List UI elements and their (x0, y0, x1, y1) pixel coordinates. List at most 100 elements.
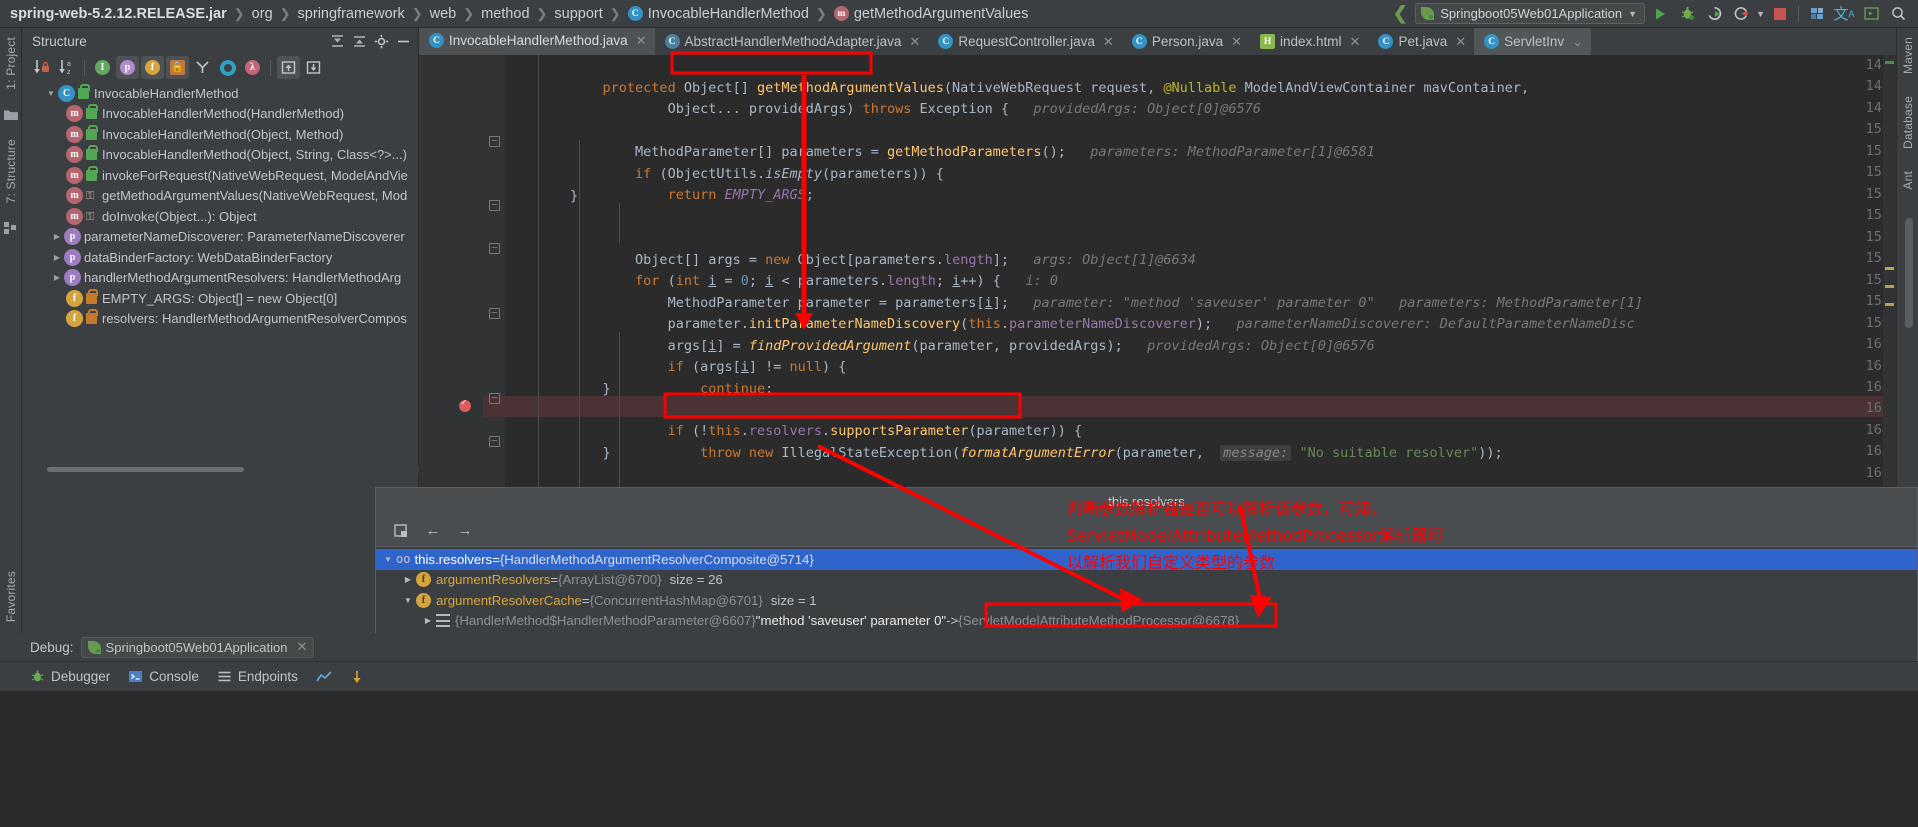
breadcrumb-item-web[interactable]: web (430, 6, 457, 22)
frames-graph-icon[interactable] (316, 670, 332, 684)
collapse-all-tree-button[interactable] (302, 56, 325, 79)
breadcrumb-item-springframework[interactable]: springframework (298, 6, 405, 22)
expand-all-tree-button[interactable] (277, 56, 300, 79)
fold-marker-icon[interactable]: – (489, 393, 500, 404)
chevron-down-icon[interactable]: ▼ (380, 555, 396, 564)
structure-tree-item[interactable]: m InvocableHandlerMethod(Object, String,… (22, 145, 418, 166)
debugger-icon (31, 670, 44, 682)
sidebar-item-database[interactable]: Database (1901, 96, 1915, 154)
debug-session-label: Springboot05Web01Application (105, 639, 288, 655)
fold-marker-icon[interactable]: – (489, 308, 500, 319)
show-fields-button[interactable]: f (141, 56, 164, 79)
structure-horizontal-scrollbar[interactable] (22, 466, 419, 473)
evaluate-expression-icon[interactable] (390, 520, 412, 542)
show-anonymous-classes-button[interactable] (191, 56, 214, 79)
stop-button[interactable] (1768, 2, 1792, 26)
structure-tree-item[interactable]: m InvocableHandlerMethod(HandlerMethod) (22, 104, 418, 125)
structure-tree-item[interactable]: ▼ C InvocableHandlerMethod (22, 83, 418, 104)
chevron-down-icon[interactable]: ▼ (44, 89, 58, 98)
step-down-icon[interactable] (350, 670, 364, 684)
sidebar-item-structure[interactable]: 7: Structure (4, 139, 18, 208)
chevron-right-icon[interactable]: ▶ (50, 273, 64, 282)
fold-marker-icon[interactable]: – (489, 436, 500, 447)
close-icon[interactable]: ✕ (1455, 34, 1466, 50)
settings-gear-icon[interactable] (370, 30, 392, 52)
profiler-chevron-down-icon[interactable]: ▼ (1756, 9, 1765, 19)
terminal-button[interactable] (1859, 2, 1883, 26)
tab-debugger[interactable]: Debugger (30, 669, 110, 684)
chevron-down-icon[interactable]: ▼ (400, 596, 416, 605)
autoscroll-to-source-button[interactable] (216, 56, 239, 79)
right-scrollbar-thumb[interactable] (1905, 218, 1913, 328)
structure-tree-item[interactable]: m InvocableHandlerMethod(Object, Method) (22, 124, 418, 145)
expand-all-icon[interactable] (326, 30, 348, 52)
close-icon[interactable]: ✕ (909, 34, 920, 50)
structure-tree-item[interactable]: ▶ p parameterNameDiscoverer: ParameterNa… (22, 227, 418, 248)
tab-abstract-handler-method-adapter[interactable]: C AbstractHandlerMethodAdapter.java ✕ (655, 28, 929, 55)
tab-console[interactable]: Console (128, 669, 199, 684)
breakpoint-icon[interactable] (459, 398, 471, 412)
breadcrumb-item-class[interactable]: C InvocableHandlerMethod (627, 6, 809, 22)
show-non-public-button[interactable]: 🔒 (166, 56, 189, 79)
hide-panel-icon[interactable] (392, 30, 414, 52)
chevron-right-icon[interactable]: ▶ (50, 253, 64, 262)
structure-tree-item[interactable]: ▶ p dataBinderFactory: WebDataBinderFact… (22, 247, 418, 268)
structure-tree-item[interactable]: m ⚿ getMethodArgumentValues(NativeWebReq… (22, 186, 418, 207)
close-icon[interactable]: ✕ (296, 639, 307, 655)
tab-endpoints[interactable]: Endpoints (217, 669, 298, 684)
show-properties-button[interactable]: p (116, 56, 139, 79)
forward-arrow-icon[interactable]: → (454, 520, 476, 542)
debug-button[interactable] (1675, 2, 1699, 26)
tab-person[interactable]: C Person.java ✕ (1122, 28, 1250, 55)
structure-tree-item[interactable]: m ⚿ doInvoke(Object...): Object (22, 206, 418, 227)
structure-tree-item[interactable]: ▶ p handlerMethodArgumentResolvers: Hand… (22, 268, 418, 289)
run-button[interactable] (1648, 2, 1672, 26)
close-icon[interactable]: ✕ (1231, 34, 1242, 50)
build-project-button[interactable] (1805, 2, 1829, 26)
debugger-tree-row[interactable]: ▼ f argumentResolverCache = {ConcurrentH… (376, 590, 1917, 611)
sidebar-item-project[interactable]: 1: Project (4, 37, 18, 95)
chevron-right-icon[interactable]: ▶ (420, 616, 436, 625)
sort-by-visibility-button[interactable] (30, 56, 53, 79)
sidebar-item-maven[interactable]: Maven (1901, 37, 1915, 79)
sidebar-item-ant[interactable]: Ant (1901, 171, 1915, 195)
profiler-button[interactable] (1729, 2, 1753, 26)
navigate-back-icon[interactable]: ❮ (1388, 2, 1412, 26)
fold-marker-icon[interactable]: – (489, 243, 500, 254)
sidebar-item-favorites[interactable]: Favorites (4, 571, 18, 627)
structure-tree-item[interactable]: f resolvers: HandlerMethodArgumentResolv… (22, 309, 418, 330)
chevron-down-icon[interactable]: ⌄ (1572, 34, 1583, 50)
tab-pet[interactable]: C Pet.java ✕ (1368, 28, 1474, 55)
tab-index-html[interactable]: H index.html ✕ (1250, 28, 1368, 55)
fold-marker-icon[interactable]: – (489, 200, 500, 211)
structure-tree-item[interactable]: m invokeForRequest(NativeWebRequest, Mod… (22, 165, 418, 186)
run-configuration-selector[interactable]: Springboot05Web01Application ▼ (1415, 3, 1646, 24)
breadcrumb-item-support[interactable]: support (554, 6, 602, 22)
chevron-right-icon[interactable]: ▶ (400, 575, 416, 584)
close-icon[interactable]: ✕ (1350, 34, 1361, 50)
search-everywhere-icon[interactable] (1886, 2, 1910, 26)
breadcrumb-item-org[interactable]: org (252, 6, 273, 22)
show-lambdas-button[interactable]: λ (241, 56, 264, 79)
tab-request-controller[interactable]: C RequestController.java ✕ (928, 28, 1121, 55)
structure-item-label: parameterNameDiscoverer: ParameterNameDi… (84, 229, 405, 245)
back-arrow-icon[interactable]: ← (422, 520, 444, 542)
top-navigation-bar: spring-web-5.2.12.RELEASE.jar ❯ org ❯ sp… (0, 0, 1918, 28)
breadcrumb-item-method-name[interactable]: m getMethodArgumentValues (833, 6, 1028, 22)
translate-button[interactable]: 文A (1832, 2, 1856, 26)
debug-session-tag[interactable]: Springboot05Web01Application ✕ (80, 636, 315, 658)
run-with-coverage-button[interactable] (1702, 2, 1726, 26)
show-inherited-members-button[interactable]: I (91, 56, 114, 79)
close-icon[interactable]: ✕ (1103, 34, 1114, 50)
collapse-all-icon[interactable] (348, 30, 370, 52)
breadcrumb-item-jar[interactable]: spring-web-5.2.12.RELEASE.jar (10, 6, 227, 22)
tab-invocable-handler-method[interactable]: C InvocableHandlerMethod.java ✕ (419, 28, 655, 55)
tab-servlet-inv[interactable]: C ServletInv ⌄ (1474, 28, 1592, 55)
breadcrumb-item-method[interactable]: method (481, 6, 529, 22)
structure-tree-item[interactable]: f EMPTY_ARGS: Object[] = new Object[0] (22, 288, 418, 309)
debugger-tree-row[interactable]: ▶ {HandlerMethod$HandlerMethodParameter@… (376, 611, 1917, 632)
sort-alphabetically-button[interactable]: a z (55, 56, 78, 79)
fold-marker-icon[interactable]: – (489, 136, 500, 147)
chevron-right-icon[interactable]: ▶ (50, 232, 64, 241)
close-icon[interactable]: ✕ (636, 33, 647, 49)
